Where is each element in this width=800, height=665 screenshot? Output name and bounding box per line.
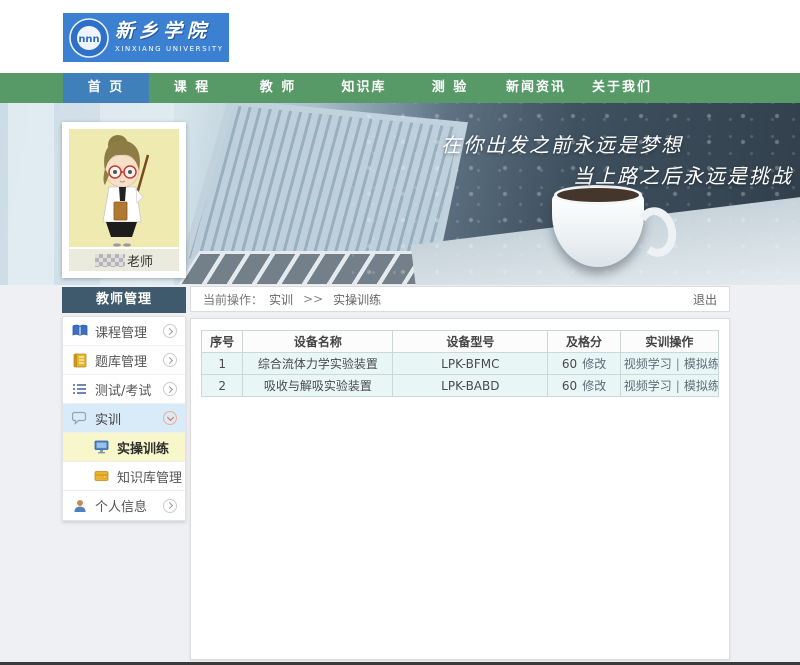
university-name-cn: 新乡学院 xyxy=(115,18,227,44)
list-icon xyxy=(71,381,88,398)
banner-coffee-cup xyxy=(552,185,662,277)
banner-slogan-line1: 在你出发之前永远是梦想 xyxy=(441,129,683,158)
sidebar-menu: 课程管理 题库管理 测试/考试 实训 xyxy=(62,316,186,521)
nav-item-news[interactable]: 新闻资讯 xyxy=(493,73,579,103)
breadcrumb-bar: 当前操作： 实训 >> 实操训练 退出 xyxy=(190,286,730,312)
col-header-training-actions: 实训操作 xyxy=(620,331,718,353)
nav-item-courses[interactable]: 课 程 xyxy=(149,73,235,103)
nav-item-home[interactable]: 首 页 xyxy=(63,73,149,103)
col-header-passing-score: 及格分 xyxy=(548,331,620,353)
university-seal-icon: nnn xyxy=(69,18,109,58)
action-separator: | xyxy=(676,379,680,393)
university-name-en: XINXIANG UNIVERSITY xyxy=(115,44,227,54)
breadcrumb-prefix: 当前操作： xyxy=(203,291,263,308)
modify-link[interactable]: 修改 xyxy=(582,357,606,371)
col-header-equipment-name: 设备名称 xyxy=(243,331,393,353)
cell-index: 2 xyxy=(202,375,243,397)
teacher-avatar xyxy=(69,129,179,247)
modify-link[interactable]: 修改 xyxy=(582,379,606,393)
teacher-name: 老师 xyxy=(69,249,179,271)
sidebar-item-tests-exams[interactable]: 测试/考试 xyxy=(63,375,185,404)
cell-equipment-name: 吸收与解吸实验装置 xyxy=(243,375,393,397)
chat-bubble-icon xyxy=(71,410,88,427)
simulation-practice-link[interactable]: 模拟练习 xyxy=(684,357,719,371)
cell-training-actions: 视频学习 | 模拟练习 xyxy=(620,353,718,375)
table-row: 1 综合流体力学实验装置 LPK-BFMC 60 修改 视频学习 | 模拟练习 xyxy=(202,353,719,375)
simulation-practice-link[interactable]: 模拟练习 xyxy=(684,379,719,393)
chevron-right-icon xyxy=(163,382,177,396)
sidebar-item-course-management[interactable]: 课程管理 xyxy=(63,317,185,346)
score-value: 60 xyxy=(562,379,577,393)
action-separator: | xyxy=(676,357,680,371)
col-header-equipment-model: 设备型号 xyxy=(393,331,548,353)
sidebar-item-label: 实操训练 xyxy=(117,438,185,457)
chevron-down-icon xyxy=(163,411,177,425)
breadcrumb-section: 实训 xyxy=(269,291,293,308)
cell-training-actions: 视频学习 | 模拟练习 xyxy=(620,375,718,397)
wallet-icon xyxy=(93,468,110,485)
cell-equipment-model: LPK-BABD xyxy=(393,375,548,397)
logout-link[interactable]: 退出 xyxy=(693,291,717,308)
redacted-name-block xyxy=(95,254,125,267)
teacher-cartoon-illustration xyxy=(69,129,179,247)
university-logo[interactable]: nnn 新乡学院 XINXIANG UNIVERSITY xyxy=(63,13,229,62)
top-header-bar: nnn 新乡学院 XINXIANG UNIVERSITY xyxy=(0,0,800,73)
video-learning-link[interactable]: 视频学习 xyxy=(624,379,672,393)
cell-equipment-name: 综合流体力学实验装置 xyxy=(243,353,393,375)
sidebar-subitem-knowledge-base-management[interactable]: 知识库管理 xyxy=(63,462,185,491)
table-header-row: 序号 设备名称 设备型号 及格分 实训操作 xyxy=(202,331,719,353)
banner-slogan-line2: 当上路之后永远是挑战 xyxy=(573,160,793,189)
teacher-profile-card: 老师 xyxy=(62,122,186,278)
nav-item-about[interactable]: 关于我们 xyxy=(579,73,665,103)
col-header-index: 序号 xyxy=(202,331,243,353)
cell-index: 1 xyxy=(202,353,243,375)
nav-item-tests[interactable]: 测 验 xyxy=(407,73,493,103)
sidebar-item-label: 测试/考试 xyxy=(95,380,163,399)
chevron-right-icon xyxy=(163,353,177,367)
book-icon xyxy=(71,323,88,340)
video-learning-link[interactable]: 视频学习 xyxy=(624,357,672,371)
page: nnn 新乡学院 XINXIANG UNIVERSITY 首 页 课 程 教 师… xyxy=(0,0,800,665)
sidebar-item-label: 课程管理 xyxy=(95,322,163,341)
cell-equipment-model: LPK-BFMC xyxy=(393,353,548,375)
cell-passing-score: 60 修改 xyxy=(548,353,620,375)
cell-passing-score: 60 修改 xyxy=(548,375,620,397)
sidebar-item-personal-info[interactable]: 个人信息 xyxy=(63,491,185,520)
sidebar-item-label: 实训 xyxy=(95,409,163,428)
main-content-panel: 序号 设备名称 设备型号 及格分 实训操作 1 综合流体力学实验装置 LPK-B… xyxy=(190,318,730,660)
nav-item-knowledge-base[interactable]: 知识库 xyxy=(321,73,407,103)
equipment-table: 序号 设备名称 设备型号 及格分 实训操作 1 综合流体力学实验装置 LPK-B… xyxy=(201,330,719,397)
person-icon xyxy=(71,497,88,514)
score-value: 60 xyxy=(562,357,577,371)
breadcrumb-current: 实操训练 xyxy=(333,291,381,308)
sidebar-item-question-bank[interactable]: 题库管理 xyxy=(63,346,185,375)
sidebar-item-label: 知识库管理 xyxy=(117,467,185,486)
breadcrumb-separator: >> xyxy=(303,292,323,306)
logo-text: 新乡学院 XINXIANG UNIVERSITY xyxy=(115,18,227,54)
nav-item-teachers[interactable]: 教 师 xyxy=(235,73,321,103)
sidebar-item-label: 题库管理 xyxy=(95,351,163,370)
banner-window-light xyxy=(8,103,54,285)
chevron-right-icon xyxy=(163,499,177,513)
sidebar-item-practical-training[interactable]: 实训 xyxy=(63,404,185,433)
sidebar-item-label: 个人信息 xyxy=(95,496,163,515)
sidebar-title: 教师管理 xyxy=(62,287,186,313)
seal-monogram: nnn xyxy=(78,34,99,45)
table-row: 2 吸收与解吸实验装置 LPK-BABD 60 修改 视频学习 | 模拟练习 xyxy=(202,375,719,397)
notebook-icon xyxy=(71,352,88,369)
teacher-name-label: 老师 xyxy=(127,251,153,270)
main-nav: 首 页 课 程 教 师 知识库 测 验 新闻资讯 关于我们 xyxy=(0,73,800,103)
monitor-icon xyxy=(93,439,110,456)
sidebar-subitem-practical-operation[interactable]: 实操训练 xyxy=(63,433,185,462)
chevron-right-icon xyxy=(163,324,177,338)
